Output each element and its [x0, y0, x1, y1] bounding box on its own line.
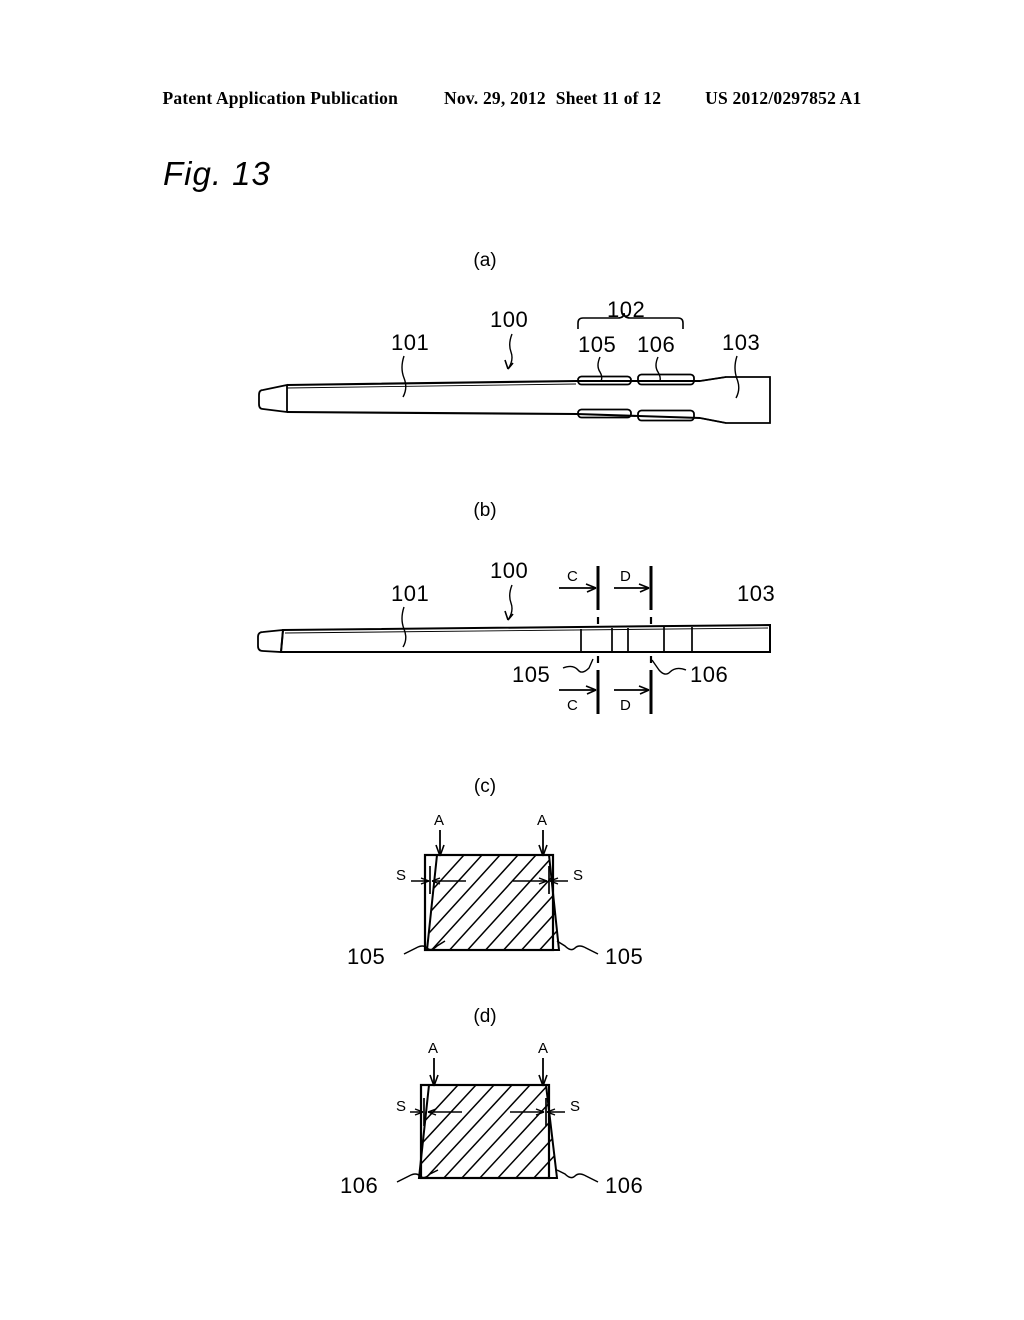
hatching-d: [419, 1085, 557, 1178]
patent-sheet: Patent Application Publication Nov. 29, …: [0, 0, 1024, 1320]
leader-106-right-d: [556, 1169, 599, 1183]
panel-d-drawing: [396, 1058, 599, 1183]
